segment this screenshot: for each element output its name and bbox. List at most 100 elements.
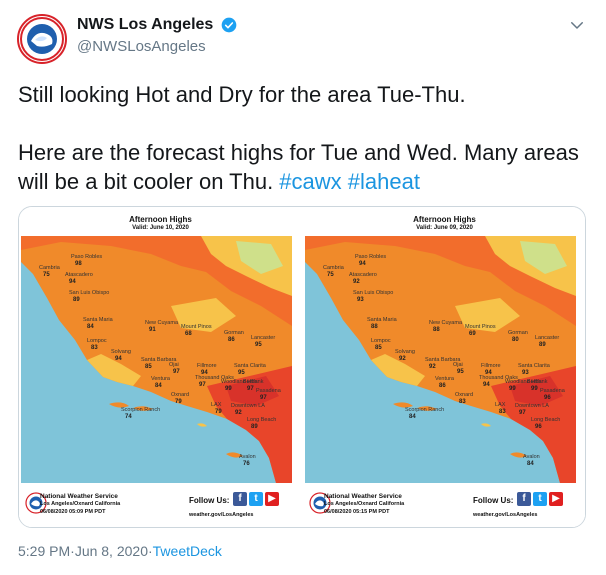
display-name[interactable]: NWS Los Angeles xyxy=(77,16,213,34)
map-place-label: Scorpion Ranch xyxy=(121,407,160,413)
map-place-label: Ventura xyxy=(151,376,171,382)
tweet-date[interactable]: Jun 8, 2020 xyxy=(75,543,148,559)
tweet-text: Still looking Hot and Dry for the area T… xyxy=(18,80,588,196)
map-temperature-value: 83 xyxy=(91,345,98,351)
map-place-label: Cambria xyxy=(323,265,345,271)
map-place-label: New Cuyama xyxy=(429,320,463,326)
youtube-icon[interactable]: ▶ xyxy=(265,492,279,506)
map-svg: Paso Robles94Cambria75 Atascadero92San Lu… xyxy=(305,236,576,483)
map-place-label: Ojai xyxy=(169,362,179,368)
map-place-label: Paso Robles xyxy=(71,254,102,260)
twitter-icon[interactable]: t xyxy=(249,492,263,506)
map-temperature-value: 80 xyxy=(512,337,519,343)
map-temperature-value: 97 xyxy=(519,410,526,416)
map-temperature-value: 74 xyxy=(125,414,132,420)
map-temperature-value: 94 xyxy=(483,382,490,388)
twitter-icon[interactable]: t xyxy=(533,492,547,506)
social-icons: f t ▶ xyxy=(517,492,563,506)
follow-us-label: Follow Us: xyxy=(473,496,514,505)
map-temperature-value: 95 xyxy=(255,342,262,348)
hashtag-laheat[interactable]: #laheat xyxy=(348,169,420,194)
map-temperature-value: 94 xyxy=(69,279,76,285)
footer-office: Los Angeles/Oxnard California xyxy=(324,501,405,507)
map-place-label: Fillmore xyxy=(197,363,217,369)
map-temperature-value: 84 xyxy=(409,414,416,420)
map-place-label: Atascadero xyxy=(349,272,377,278)
author-block: NWS Los Angeles @NWSLosAngeles xyxy=(77,16,237,55)
chevron-down-icon[interactable] xyxy=(568,16,586,34)
map-place-label: Pasadena xyxy=(256,388,282,394)
map-place-label: Lancaster xyxy=(535,335,559,341)
map-place-label: Gorman xyxy=(224,330,244,336)
map-place-label: San Luis Obispo xyxy=(69,290,109,296)
map-place-label: Solvang xyxy=(111,349,131,355)
tweet-time[interactable]: 5:29 PM xyxy=(18,543,70,559)
map-valid-date: Valid: June 09, 2020 xyxy=(416,225,473,231)
map-place-label: Downtown LA xyxy=(515,403,549,409)
map-temperature-value: 88 xyxy=(433,327,440,333)
map-temperature-value: 99 xyxy=(531,386,538,392)
map-temperature-value: 95 xyxy=(238,370,245,376)
map-temperature-value: 76 xyxy=(243,461,250,467)
map-temperature-value: 75 xyxy=(327,272,334,278)
map-place-label: Avalon xyxy=(523,454,540,460)
map-temperature-value: 83 xyxy=(499,409,506,415)
handle[interactable]: @NWSLosAngeles xyxy=(77,38,237,55)
map-place-label: Fillmore xyxy=(481,363,501,369)
footer-org: National Weather Service xyxy=(324,493,402,500)
map-place-label: Santa Maria xyxy=(367,317,398,323)
map-place-label: Santa Maria xyxy=(83,317,114,323)
map-valid-date: Valid: June 10, 2020 xyxy=(132,225,189,231)
map-title: Afternoon Highs xyxy=(413,215,476,224)
map-place-label: Atascadero xyxy=(65,272,93,278)
map-place-label: Santa Clarita xyxy=(234,363,267,369)
map-temperature-value: 97 xyxy=(260,395,267,401)
map-place-label: Burbank xyxy=(527,379,548,385)
map-temperature-value: 84 xyxy=(87,324,94,330)
map-place-label: Gorman xyxy=(508,330,528,336)
map-temperature-value: 83 xyxy=(459,399,466,405)
map-temperature-value: 98 xyxy=(75,261,82,267)
map-place-label: New Cuyama xyxy=(145,320,179,326)
map-panel-2[interactable]: Afternoon Highs Valid: June 09, 2020 Pas… xyxy=(303,207,585,527)
map-footer: National Weather Service Los Angeles/Oxn… xyxy=(303,485,585,527)
map-temperature-value: 93 xyxy=(522,370,529,376)
map-temperature-value: 86 xyxy=(228,337,235,343)
map-place-label: LAX xyxy=(495,402,506,408)
map-place-label: Long Beach xyxy=(247,417,276,423)
nws-logo-icon xyxy=(20,17,64,61)
map-place-label: Lompoc xyxy=(87,338,107,344)
map-temperature-value: 84 xyxy=(527,461,534,467)
youtube-icon[interactable]: ▶ xyxy=(549,492,563,506)
media-grid: Afternoon Highs Valid: June 10, 2020 Pas… xyxy=(18,206,586,528)
map-temperature-value: 88 xyxy=(371,324,378,330)
facebook-icon[interactable]: f xyxy=(233,492,247,506)
map-temperature-value: 86 xyxy=(439,383,446,389)
map-place-label: Pasadena xyxy=(540,388,566,394)
map-temperature-value: 68 xyxy=(185,331,192,337)
facebook-icon[interactable]: f xyxy=(517,492,531,506)
temperature-map: Paso Robles 94 Cambria 75 Atascadero 92 San Lu… xyxy=(305,236,576,483)
map-place-label: Long Beach xyxy=(531,417,560,423)
avatar[interactable] xyxy=(17,14,67,64)
temperature-map: Paso Robles 98 Cambria 75 Atascadero 94 San Lu… xyxy=(21,236,292,483)
map-temperature-value: 89 xyxy=(73,297,80,303)
map-place-label: Lancaster xyxy=(251,335,275,341)
map-temperature-value: 97 xyxy=(199,382,206,388)
footer-org: National Weather Service xyxy=(40,493,118,500)
map-temperature-value: 92 xyxy=(429,364,436,370)
hashtag-cawx[interactable]: #cawx xyxy=(279,169,341,194)
map-temperature-value: 69 xyxy=(469,331,476,337)
map-temperature-value: 84 xyxy=(155,383,162,389)
map-place-label: Lompoc xyxy=(371,338,391,344)
map-panel-1[interactable]: Afternoon Highs Valid: June 10, 2020 Pas… xyxy=(19,207,302,527)
map-place-label: LAX xyxy=(211,402,222,408)
map-temperature-value: 94 xyxy=(115,356,122,362)
tweet-source[interactable]: TweetDeck xyxy=(153,543,222,559)
map-temperature-value: 99 xyxy=(509,386,516,392)
map-place-label: Oxnard xyxy=(171,392,189,398)
map-temperature-value: 89 xyxy=(539,342,546,348)
tweet-line-1: Still looking Hot and Dry for the area T… xyxy=(18,82,466,107)
map-temperature-value: 85 xyxy=(375,345,382,351)
map-temperature-value: 92 xyxy=(353,279,360,285)
